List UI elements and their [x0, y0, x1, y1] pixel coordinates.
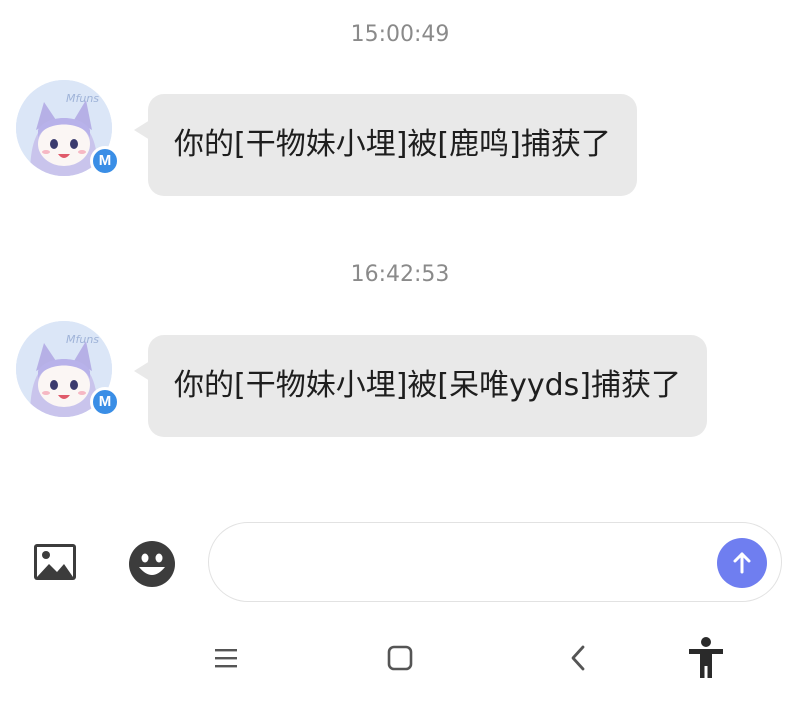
emoji-icon — [129, 541, 175, 587]
accessibility-button[interactable] — [676, 634, 736, 682]
send-button[interactable] — [717, 538, 767, 588]
message-row: Mfuns M 你的[干物妹小埋]被[呆唯yyds]捕获了 — [16, 321, 796, 437]
m-badge: M — [90, 146, 120, 176]
message-bubble[interactable]: 你的[干物妹小埋]被[鹿鸣]捕获了 — [134, 94, 637, 196]
accessibility-icon — [689, 637, 723, 678]
avatar-label: Mfuns — [66, 92, 99, 105]
image-button[interactable] — [30, 540, 80, 584]
arrow-up-icon — [733, 552, 751, 574]
message-composer — [0, 520, 800, 606]
message-timestamp: 16:42:53 — [350, 262, 450, 287]
m-badge: M — [90, 387, 120, 417]
back-chevron-icon — [571, 645, 585, 671]
emoji-button[interactable] — [126, 538, 178, 590]
system-nav-bar — [0, 612, 800, 704]
menu-icon — [215, 649, 237, 668]
square-home-icon — [387, 645, 413, 671]
avatar-label: Mfuns — [66, 333, 99, 346]
recent-apps-button[interactable] — [196, 634, 256, 682]
message-timestamp: 15:00:49 — [350, 22, 450, 47]
message-input[interactable] — [208, 522, 782, 602]
home-button[interactable] — [370, 634, 430, 682]
image-icon — [34, 544, 76, 580]
back-button[interactable] — [548, 634, 608, 682]
message-row: Mfuns M 你的[干物妹小埋]被[鹿鸣]捕获了 — [16, 80, 796, 196]
message-bubble[interactable]: 你的[干物妹小埋]被[呆唯yyds]捕获了 — [134, 335, 707, 437]
